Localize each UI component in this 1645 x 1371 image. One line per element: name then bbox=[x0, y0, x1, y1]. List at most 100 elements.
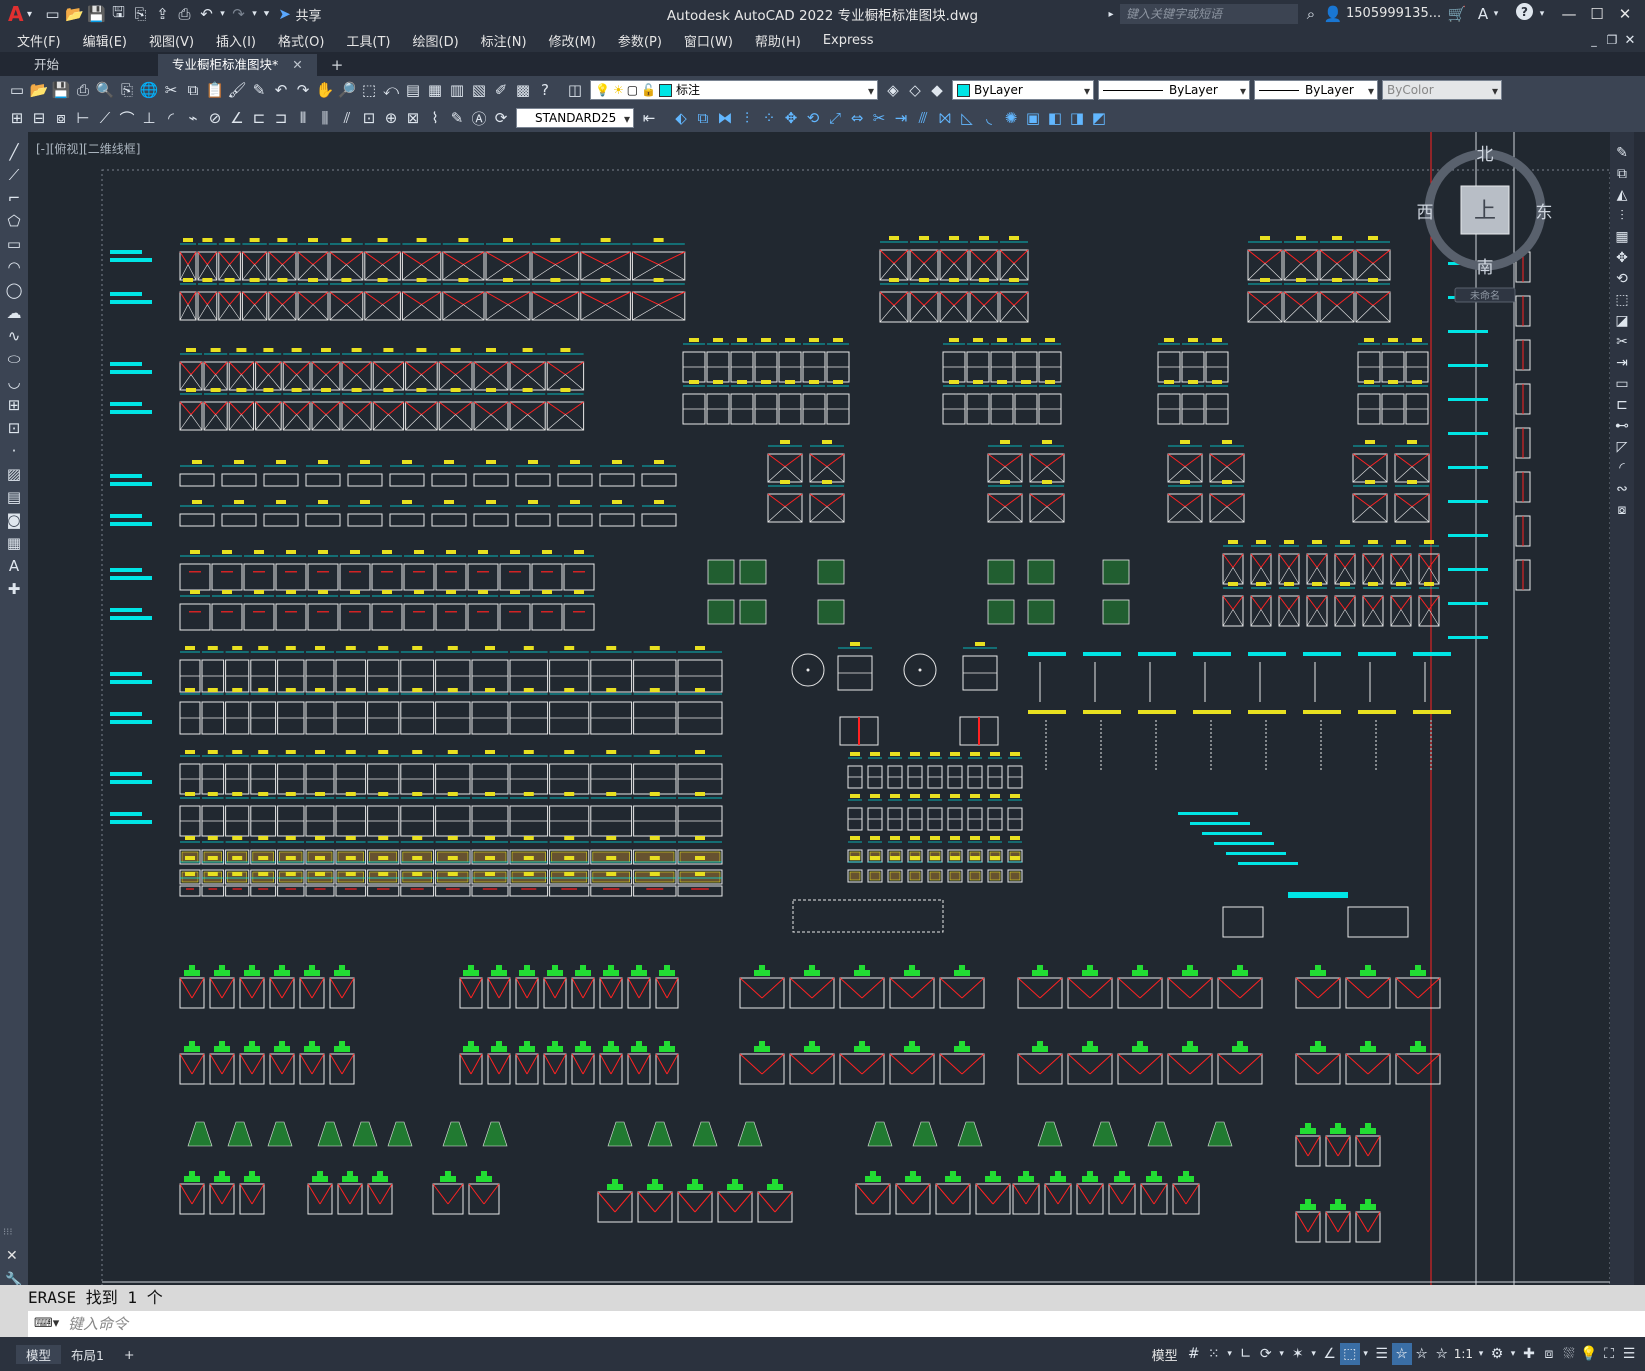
user-icon[interactable]: 👤 bbox=[1322, 3, 1344, 25]
globe-icon[interactable]: 🌐 bbox=[138, 79, 160, 101]
command-input[interactable]: 键入命令 bbox=[28, 1311, 1645, 1337]
minimize-icon[interactable]: — bbox=[1555, 5, 1583, 23]
dim-space-icon[interactable]: ⫼ bbox=[314, 107, 336, 129]
lineweight-toggle-icon[interactable]: ☰ bbox=[1372, 1343, 1392, 1365]
revision-cloud-icon[interactable]: ☁ bbox=[3, 303, 25, 322]
insert-block-left-icon[interactable]: ⊞ bbox=[3, 395, 25, 414]
viewcube-top[interactable]: 上 bbox=[1474, 199, 1496, 224]
bring-front-icon[interactable]: ◧ bbox=[1044, 107, 1066, 129]
compass-east[interactable]: 东 bbox=[1536, 203, 1553, 223]
model-space-button[interactable]: 模型 bbox=[1152, 1345, 1178, 1364]
object-snap-dropdown-icon[interactable]: ▾ bbox=[1360, 1343, 1372, 1365]
undo-dropdown-icon[interactable]: ▾ bbox=[217, 3, 227, 25]
menu-modify[interactable]: 修改(M) bbox=[538, 31, 607, 50]
viewcube[interactable]: 上 北 南 东 西 未命名 bbox=[1410, 138, 1560, 308]
menu-parametric[interactable]: 参数(P) bbox=[607, 31, 673, 50]
workspace-dropdown-icon[interactable]: ▾ bbox=[1507, 1343, 1519, 1365]
undo-tb-icon[interactable]: ↶ bbox=[270, 79, 292, 101]
open-web-icon[interactable]: ⎘ bbox=[129, 3, 151, 25]
menu-window[interactable]: 窗口(W) bbox=[673, 31, 744, 50]
menu-dimension[interactable]: 标注(N) bbox=[470, 31, 538, 50]
xref-icon[interactable]: ⧇ bbox=[50, 107, 72, 129]
save-tb-icon[interactable]: 💾 bbox=[50, 79, 72, 101]
help-icon[interactable]: ? bbox=[1516, 3, 1533, 20]
ordinate-dim-icon[interactable]: ⊥ bbox=[138, 107, 160, 129]
join-icon[interactable]: ⨝ bbox=[934, 107, 956, 129]
app-menu-chevron-icon[interactable]: ▾ bbox=[23, 3, 35, 25]
save-web-icon[interactable]: ⇪ bbox=[151, 3, 173, 25]
baseline-dim-icon[interactable]: ⊐ bbox=[270, 107, 292, 129]
tab-close-icon[interactable]: ✕ bbox=[292, 57, 302, 72]
dim-text-edit-icon[interactable]: Ⓐ bbox=[468, 107, 490, 129]
join-right-icon[interactable]: ⊷ bbox=[1612, 416, 1632, 435]
extend-icon[interactable]: ⇥ bbox=[890, 107, 912, 129]
drawing-canvas[interactable]: [-][俯视][二维线框] 上 北 南 东 西 未命名 bbox=[28, 132, 1610, 1292]
help-dropdown-icon[interactable]: ▾ bbox=[1536, 3, 1548, 25]
layer-dropdown[interactable]: 💡 ☀ ▢ 🔓 标注 bbox=[590, 80, 878, 101]
stretch-right-icon[interactable]: ◪ bbox=[1612, 311, 1632, 330]
pan-icon[interactable]: ✋ bbox=[314, 79, 336, 101]
plot-icon[interactable]: ⎙ bbox=[173, 3, 195, 25]
new-tab-button[interactable]: + bbox=[317, 54, 358, 76]
qnew-icon[interactable]: ▭ bbox=[6, 79, 28, 101]
dim-edit-icon[interactable]: ✎ bbox=[446, 107, 468, 129]
open-icon[interactable]: 📂 bbox=[28, 79, 50, 101]
customize-qa-icon[interactable]: ⯆ bbox=[259, 3, 273, 25]
circle-icon[interactable]: ◯ bbox=[3, 280, 25, 299]
layer-states-icon[interactable]: ◆ bbox=[926, 79, 948, 101]
hatch-icon[interactable]: ▨ bbox=[3, 464, 25, 483]
customization-icon[interactable]: ☰ bbox=[1619, 1343, 1639, 1365]
plot-preview-icon[interactable]: 🔍 bbox=[94, 79, 116, 101]
point-icon[interactable]: · bbox=[3, 441, 25, 460]
help-tb-icon[interactable]: ? bbox=[534, 79, 556, 101]
help-search-input[interactable]: 键入关键字或短语 bbox=[1120, 4, 1298, 24]
dim-update-icon[interactable]: ⟳ bbox=[490, 107, 512, 129]
color-dropdown[interactable]: ByLayer bbox=[952, 80, 1094, 101]
quickcalc-icon[interactable]: ▩ bbox=[512, 79, 534, 101]
line-icon[interactable]: ╱ bbox=[3, 142, 25, 161]
command-prompt-icon[interactable]: ⌨▾ bbox=[34, 1316, 59, 1331]
erase-right-icon[interactable]: ✎ bbox=[1612, 143, 1632, 162]
copy-object-icon[interactable]: ⧉ bbox=[692, 107, 714, 129]
units-icon[interactable]: ⧈ bbox=[1539, 1343, 1559, 1365]
close-icon[interactable]: ✕ bbox=[1611, 5, 1639, 23]
vertical-scrollbar[interactable] bbox=[1634, 132, 1645, 1292]
block-editor-icon[interactable]: ✎ bbox=[248, 79, 270, 101]
angular-dim-icon[interactable]: ∠ bbox=[226, 107, 248, 129]
break-right-icon[interactable]: ⊏ bbox=[1612, 395, 1632, 414]
array-right-icon[interactable]: ▦ bbox=[1612, 227, 1632, 246]
stretch-icon[interactable]: ⇔ bbox=[846, 107, 868, 129]
move-right-icon[interactable]: ✥ bbox=[1612, 248, 1632, 267]
copy-icon[interactable]: ⧉ bbox=[182, 79, 204, 101]
menu-insert[interactable]: 插入(I) bbox=[205, 31, 267, 50]
annotation-monitor-icon[interactable]: ✚ bbox=[1519, 1343, 1539, 1365]
layer-previous-icon[interactable]: ◇ bbox=[904, 79, 926, 101]
arc-length-icon[interactable]: ⌒ bbox=[116, 107, 138, 129]
markup-icon[interactable]: ✐ bbox=[490, 79, 512, 101]
redo-dropdown-icon[interactable]: ▾ bbox=[249, 3, 259, 25]
make-current-layer-icon[interactable]: ◈ bbox=[882, 79, 904, 101]
redo-tb-icon[interactable]: ↷ bbox=[292, 79, 314, 101]
share-icon[interactable]: ➤ bbox=[273, 3, 295, 25]
ellipse-icon[interactable]: ⬭ bbox=[3, 349, 25, 368]
rectangle-icon[interactable]: ▭ bbox=[3, 234, 25, 253]
chamfer-right-icon[interactable]: ◸ bbox=[1612, 437, 1632, 456]
spline-icon[interactable]: ∿ bbox=[3, 326, 25, 345]
share-label[interactable]: 共享 bbox=[295, 5, 321, 24]
layer-manager-icon[interactable]: ◫ bbox=[564, 79, 586, 101]
new-file-icon[interactable]: ▭ bbox=[41, 3, 63, 25]
dim-style-manager-icon[interactable]: ⇤ bbox=[638, 107, 660, 129]
sheet-set-icon[interactable]: ▧ bbox=[468, 79, 490, 101]
offset-icon[interactable]: ⫶ bbox=[736, 107, 758, 129]
add-selected-icon[interactable]: ✚ bbox=[3, 579, 25, 598]
object-snap-icon[interactable]: ⬚ bbox=[1339, 1343, 1360, 1365]
properties-icon[interactable]: ▤ bbox=[402, 79, 424, 101]
autocad-logo-icon[interactable]: A bbox=[8, 2, 23, 26]
menu-draw[interactable]: 绘图(D) bbox=[402, 31, 470, 50]
scale-dropdown-icon[interactable]: ▾ bbox=[1475, 1343, 1487, 1365]
extend-right-icon[interactable]: ⇥ bbox=[1612, 353, 1632, 372]
linear-dim-icon[interactable]: ⊢ bbox=[72, 107, 94, 129]
radius-dim-icon[interactable]: ◜ bbox=[160, 107, 182, 129]
continue-dim-icon[interactable]: ⫴ bbox=[292, 107, 314, 129]
multiline-text-icon[interactable]: A bbox=[3, 556, 25, 575]
